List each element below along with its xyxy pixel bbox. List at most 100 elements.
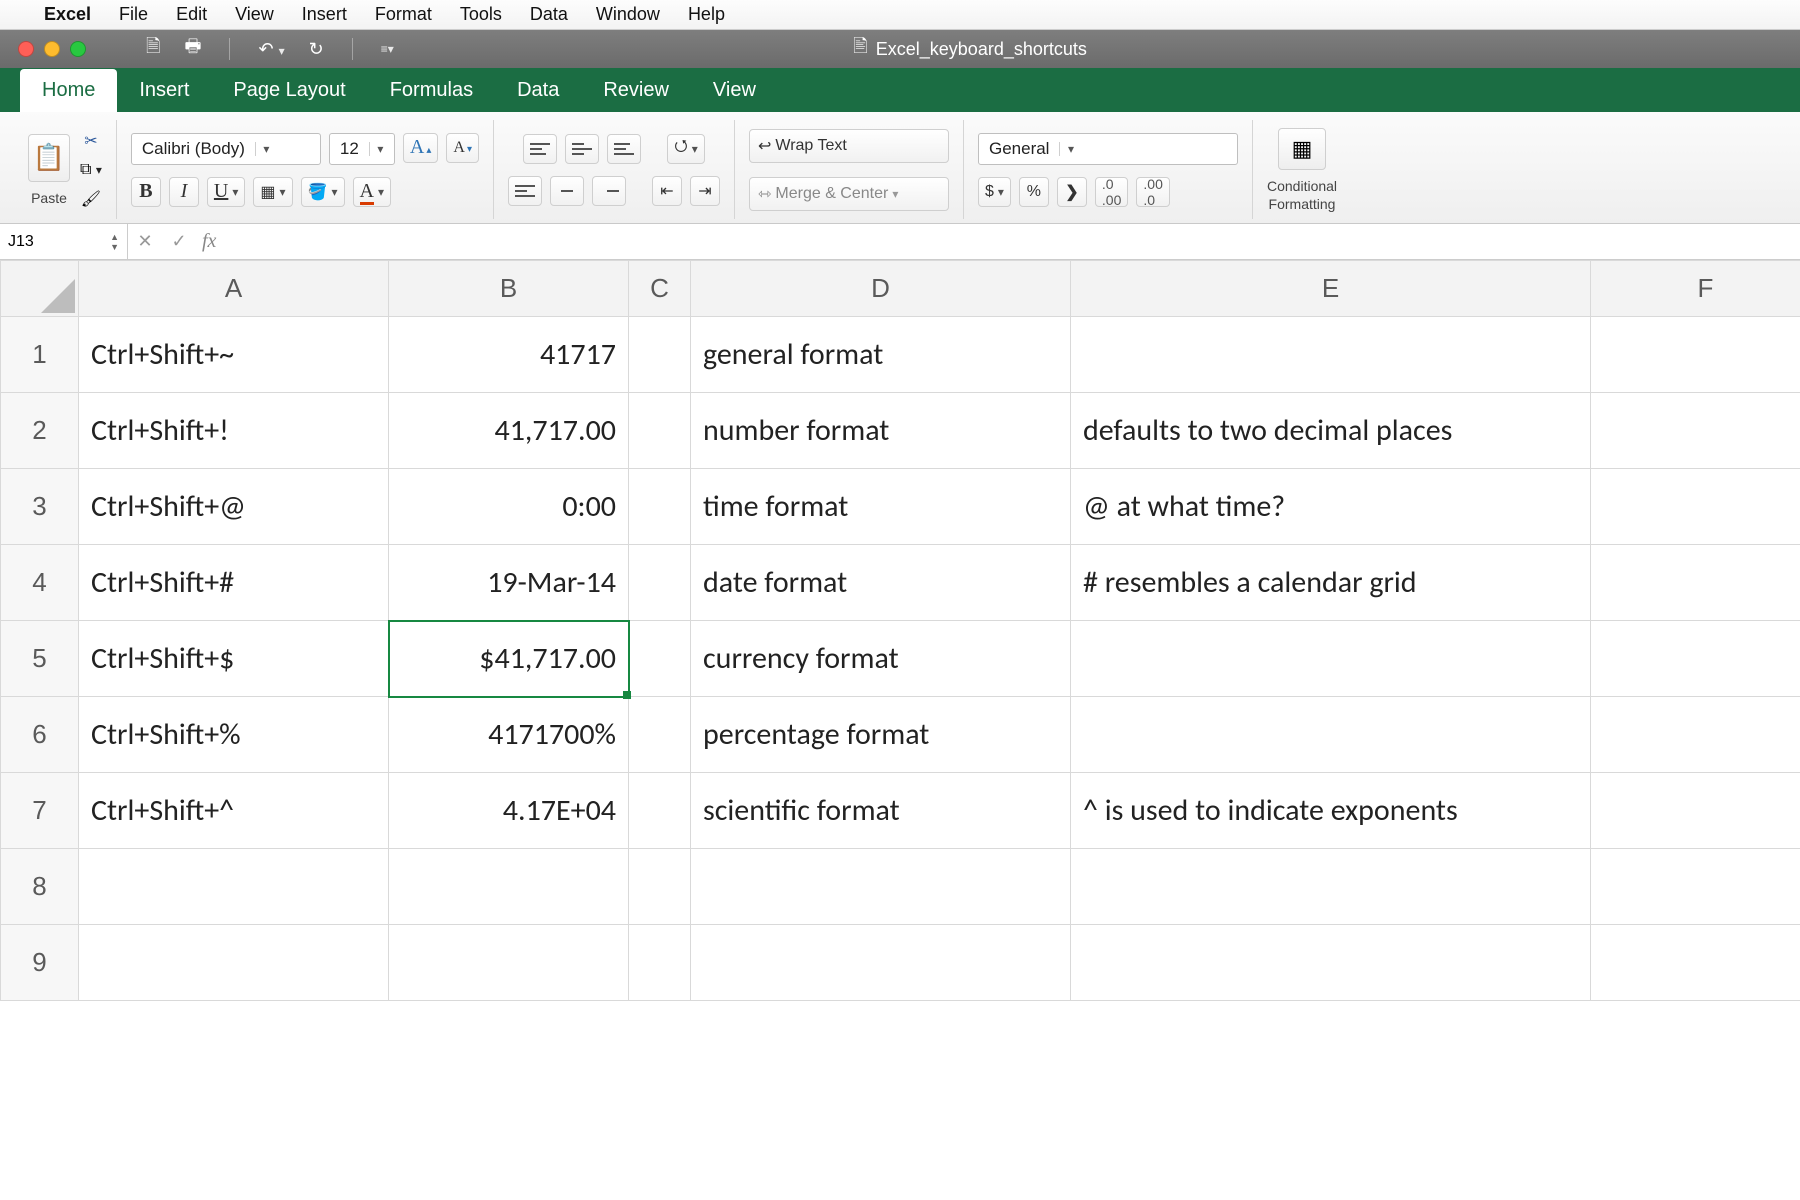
cell-F5[interactable] xyxy=(1591,621,1800,697)
col-header-f[interactable]: F xyxy=(1591,261,1800,317)
accounting-format-icon[interactable]: $▾ xyxy=(978,177,1011,207)
increase-indent-icon[interactable]: ⇥ xyxy=(690,176,720,206)
align-center-icon[interactable] xyxy=(550,176,584,206)
cell-F2[interactable] xyxy=(1591,393,1800,469)
cell-F8[interactable] xyxy=(1591,849,1800,925)
cell-D7[interactable]: scientific format xyxy=(691,773,1071,849)
cell-D1[interactable]: general format xyxy=(691,317,1071,393)
zoom-window-icon[interactable] xyxy=(70,41,86,57)
menu-insert[interactable]: Insert xyxy=(302,4,347,25)
cell-E9[interactable] xyxy=(1071,925,1591,1001)
bold-button[interactable]: B xyxy=(131,177,161,207)
row-header[interactable]: 5 xyxy=(1,621,79,697)
cell-F9[interactable] xyxy=(1591,925,1800,1001)
cell-A6[interactable]: Ctrl+Shift+% xyxy=(79,697,389,773)
cell-B4[interactable]: 19-Mar-14 xyxy=(389,545,629,621)
cell-E3[interactable]: @ at what time? xyxy=(1071,469,1591,545)
cell-B6[interactable]: 4171700% xyxy=(389,697,629,773)
cancel-formula-icon[interactable]: ✕ xyxy=(128,231,162,252)
cell-F4[interactable] xyxy=(1591,545,1800,621)
cell-E2[interactable]: defaults to two decimal places xyxy=(1071,393,1591,469)
cell-E5[interactable] xyxy=(1071,621,1591,697)
cell-D4[interactable]: date format xyxy=(691,545,1071,621)
cell-C1[interactable] xyxy=(629,317,691,393)
redo-icon[interactable]: ↻ xyxy=(309,39,324,60)
name-box[interactable]: J13 ▲▼ xyxy=(0,224,128,259)
menu-view[interactable]: View xyxy=(235,4,274,25)
cell-B1[interactable]: 41717 xyxy=(389,317,629,393)
cell-E6[interactable] xyxy=(1071,697,1591,773)
menu-data[interactable]: Data xyxy=(530,4,568,25)
row-header[interactable]: 1 xyxy=(1,317,79,393)
tab-view[interactable]: View xyxy=(691,69,778,112)
cell-C9[interactable] xyxy=(629,925,691,1001)
cell-C4[interactable] xyxy=(629,545,691,621)
cell-A5[interactable]: Ctrl+Shift+$ xyxy=(79,621,389,697)
comma-format-icon[interactable]: ❯ xyxy=(1057,177,1087,207)
accept-formula-icon[interactable]: ✓ xyxy=(162,231,196,252)
tab-formulas[interactable]: Formulas xyxy=(368,69,495,112)
format-painter-icon[interactable]: 🖌 xyxy=(81,189,101,209)
formula-input[interactable] xyxy=(222,224,1800,259)
select-all-corner[interactable] xyxy=(1,261,79,317)
cut-icon[interactable]: ✂ xyxy=(84,131,97,151)
cell-C7[interactable] xyxy=(629,773,691,849)
percent-format-icon[interactable]: % xyxy=(1019,177,1049,207)
cell-A9[interactable] xyxy=(79,925,389,1001)
cell-E8[interactable] xyxy=(1071,849,1591,925)
cell-E7[interactable]: ^ is used to indicate exponents xyxy=(1071,773,1591,849)
spreadsheet-grid[interactable]: A B C D E F G 1Ctrl+Shift+~41717general … xyxy=(0,260,1800,1001)
wrap-text-button[interactable]: ↩ Wrap Text xyxy=(749,129,949,163)
col-header-e[interactable]: E xyxy=(1071,261,1591,317)
save-icon[interactable]: 🗎 xyxy=(146,34,160,64)
align-top-icon[interactable] xyxy=(523,134,557,164)
print-icon[interactable]: 🖶 xyxy=(184,34,201,64)
col-header-d[interactable]: D xyxy=(691,261,1071,317)
cell-B9[interactable] xyxy=(389,925,629,1001)
menu-file[interactable]: File xyxy=(119,4,148,25)
conditional-formatting-button[interactable]: ▦ Conditional Formatting xyxy=(1267,128,1337,212)
tab-page-layout[interactable]: Page Layout xyxy=(211,69,367,112)
cell-A7[interactable]: Ctrl+Shift+^ xyxy=(79,773,389,849)
cell-D2[interactable]: number format xyxy=(691,393,1071,469)
fx-icon[interactable]: fx xyxy=(196,230,222,253)
decrease-decimal-icon[interactable]: .00.0 xyxy=(1136,177,1169,207)
cell-A2[interactable]: Ctrl+Shift+! xyxy=(79,393,389,469)
align-bottom-icon[interactable] xyxy=(607,134,641,164)
col-header-b[interactable]: B xyxy=(389,261,629,317)
col-header-c[interactable]: C xyxy=(629,261,691,317)
minimize-window-icon[interactable] xyxy=(44,41,60,57)
cell-B7[interactable]: 4.17E+04 xyxy=(389,773,629,849)
cell-C2[interactable] xyxy=(629,393,691,469)
row-header[interactable]: 9 xyxy=(1,925,79,1001)
menu-tools[interactable]: Tools xyxy=(460,4,502,25)
cell-F7[interactable] xyxy=(1591,773,1800,849)
underline-button[interactable]: U▾ xyxy=(207,177,245,207)
italic-button[interactable]: I xyxy=(169,177,199,207)
col-header-a[interactable]: A xyxy=(79,261,389,317)
cell-D5[interactable]: currency format xyxy=(691,621,1071,697)
number-format-select[interactable]: General▾ xyxy=(978,133,1238,165)
qat-customize-icon[interactable]: ≡▾ xyxy=(381,42,394,56)
row-header[interactable]: 3 xyxy=(1,469,79,545)
menu-edit[interactable]: Edit xyxy=(176,4,207,25)
border-button[interactable]: ▦▾ xyxy=(253,177,292,207)
align-left-icon[interactable] xyxy=(508,176,542,206)
decrease-indent-icon[interactable]: ⇤ xyxy=(652,176,682,206)
row-header[interactable]: 7 xyxy=(1,773,79,849)
cell-A8[interactable] xyxy=(79,849,389,925)
close-window-icon[interactable] xyxy=(18,41,34,57)
cell-F6[interactable] xyxy=(1591,697,1800,773)
cell-A4[interactable]: Ctrl+Shift+# xyxy=(79,545,389,621)
row-header[interactable]: 4 xyxy=(1,545,79,621)
decrease-font-icon[interactable]: A▾ xyxy=(446,133,479,163)
row-header[interactable]: 8 xyxy=(1,849,79,925)
cell-A3[interactable]: Ctrl+Shift+@ xyxy=(79,469,389,545)
cell-D9[interactable] xyxy=(691,925,1071,1001)
tab-review[interactable]: Review xyxy=(581,69,691,112)
increase-font-icon[interactable]: A▴ xyxy=(403,133,438,163)
copy-icon[interactable]: ⧉ ▾ xyxy=(80,161,102,179)
font-size-select[interactable]: 12▾ xyxy=(329,133,395,165)
menu-window[interactable]: Window xyxy=(596,4,660,25)
cell-C8[interactable] xyxy=(629,849,691,925)
